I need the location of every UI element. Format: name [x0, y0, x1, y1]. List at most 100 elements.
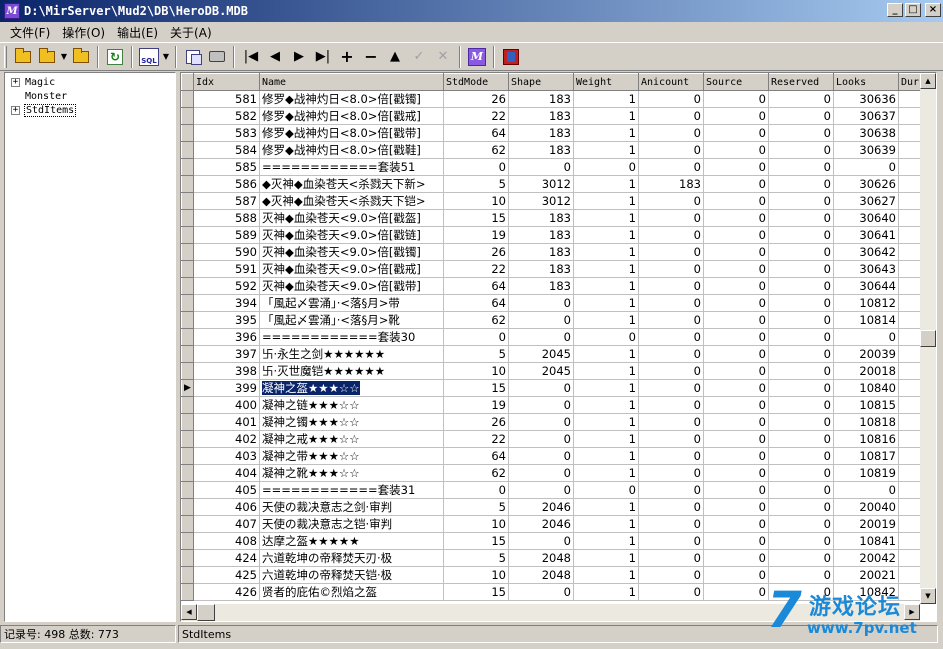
tree-node-label[interactable]: Monster [24, 91, 68, 102]
cell-reserved[interactable]: 0 [768, 515, 834, 533]
cell-looks[interactable]: 30636 [833, 90, 899, 108]
menu-file[interactable]: 文件(F) [4, 24, 56, 41]
cell-stdmode[interactable]: 62 [443, 141, 509, 159]
cell-source[interactable]: 0 [703, 124, 769, 142]
cell-name[interactable]: 天使の裁决意志之剑·审判 [259, 498, 444, 516]
cell-shape[interactable]: 183 [508, 124, 574, 142]
cell-source[interactable]: 0 [703, 175, 769, 193]
cell-name[interactable]: 修罗◆战神灼日<8.0>倍[戳戒] [259, 107, 444, 125]
cell-anicount[interactable]: 0 [638, 328, 704, 346]
cell-stdmode[interactable]: 15 [443, 209, 509, 227]
cell-anicount[interactable]: 0 [638, 515, 704, 533]
scroll-up-button[interactable]: ▲ [920, 73, 936, 89]
cell-reserved[interactable]: 0 [768, 549, 834, 567]
row-indicator[interactable] [181, 311, 194, 329]
cell-stdmode[interactable]: 22 [443, 430, 509, 448]
cell-stdmode[interactable]: 19 [443, 226, 509, 244]
cell-reserved[interactable]: 0 [768, 481, 834, 499]
print-button[interactable] [205, 46, 229, 68]
cell-stdmode[interactable]: 10 [443, 566, 509, 584]
cell-looks[interactable]: 10817 [833, 447, 899, 465]
cell-source[interactable]: 0 [703, 532, 769, 550]
cell-shape[interactable]: 3012 [508, 192, 574, 210]
row-indicator[interactable] [181, 90, 194, 108]
post-record-button[interactable]: ✓ [407, 46, 431, 68]
cell-source[interactable]: 0 [703, 311, 769, 329]
cell-idx[interactable]: 425 [193, 566, 260, 584]
cell-weight[interactable]: 1 [573, 430, 639, 448]
row-indicator[interactable] [181, 549, 194, 567]
table-row[interactable]: 407 天使の裁决意志之铠·审判 10 2046 1 0 0 0 20019 [181, 515, 924, 533]
cell-reserved[interactable]: 0 [768, 328, 834, 346]
sql-button[interactable]: SQL [137, 46, 161, 68]
cell-anicount[interactable]: 0 [638, 90, 704, 108]
cell-name[interactable]: 灭神◆血染苍天<9.0>倍[戳镯] [259, 243, 444, 261]
scroll-left-button[interactable]: ◀ [181, 604, 197, 620]
cell-idx[interactable]: 584 [193, 141, 260, 159]
cell-source[interactable]: 0 [703, 158, 769, 176]
cell-weight[interactable]: 1 [573, 175, 639, 193]
cell-stdmode[interactable]: 64 [443, 447, 509, 465]
cell-shape[interactable]: 0 [508, 294, 574, 312]
cell-source[interactable]: 0 [703, 226, 769, 244]
cell-anicount[interactable]: 0 [638, 260, 704, 278]
cell-anicount[interactable]: 0 [638, 107, 704, 125]
cell-reserved[interactable]: 0 [768, 532, 834, 550]
cell-shape[interactable]: 0 [508, 158, 574, 176]
cell-reserved[interactable]: 0 [768, 107, 834, 125]
cell-weight[interactable]: 0 [573, 481, 639, 499]
cell-name[interactable]: 修罗◆战神灼日<8.0>倍[戳镯] [259, 90, 444, 108]
cell-looks[interactable]: 20039 [833, 345, 899, 363]
cell-shape[interactable]: 0 [508, 396, 574, 414]
cell-looks[interactable]: 20040 [833, 498, 899, 516]
table-row[interactable]: 425 六道乾坤の帝释焚天铠·极 10 2048 1 0 0 0 20021 [181, 566, 924, 584]
cell-source[interactable]: 0 [703, 549, 769, 567]
cell-idx[interactable]: 399 [193, 379, 260, 397]
cell-shape[interactable]: 183 [508, 209, 574, 227]
cell-source[interactable]: 0 [703, 141, 769, 159]
cell-shape[interactable]: 183 [508, 260, 574, 278]
cell-anicount[interactable]: 0 [638, 158, 704, 176]
cell-shape[interactable]: 2046 [508, 498, 574, 516]
cell-source[interactable]: 0 [703, 583, 769, 601]
cell-idx[interactable]: 426 [193, 583, 260, 601]
cell-looks[interactable]: 10818 [833, 413, 899, 431]
maximize-button[interactable]: □ [905, 3, 921, 17]
cell-weight[interactable]: 1 [573, 311, 639, 329]
cell-reserved[interactable]: 0 [768, 192, 834, 210]
refresh-button[interactable]: ↻ [103, 46, 127, 68]
table-row[interactable]: 408 达摩之盔★★★★★ 15 0 1 0 0 0 10841 [181, 532, 924, 550]
cell-name[interactable]: 凝神之靴★★★☆☆ [259, 464, 444, 482]
cell-weight[interactable]: 1 [573, 243, 639, 261]
table-row[interactable]: 582 修罗◆战神灼日<8.0>倍[戳戒] 22 183 1 0 0 0 30637 [181, 107, 924, 125]
cell-source[interactable]: 0 [703, 566, 769, 584]
cell-weight[interactable]: 1 [573, 90, 639, 108]
cell-anicount[interactable]: 183 [638, 175, 704, 193]
menu-about[interactable]: 关于(A) [164, 24, 218, 41]
cell-name[interactable]: 卐·灭世魔铠★★★★★★ [259, 362, 444, 380]
table-row[interactable]: 395 「風起〆雲涌」·<落§月>靴 62 0 1 0 0 0 10814 [181, 311, 924, 329]
cell-looks[interactable]: 10815 [833, 396, 899, 414]
cell-anicount[interactable]: 0 [638, 192, 704, 210]
cell-idx[interactable]: 397 [193, 345, 260, 363]
cell-idx[interactable]: 401 [193, 413, 260, 431]
cell-source[interactable]: 0 [703, 345, 769, 363]
row-indicator[interactable] [181, 396, 194, 414]
cell-reserved[interactable]: 0 [768, 430, 834, 448]
table-row[interactable]: ▶ 399 凝神之盔★★★☆☆ 15 0 1 0 0 0 10840 [181, 379, 924, 397]
cell-source[interactable]: 0 [703, 464, 769, 482]
cell-reserved[interactable]: 0 [768, 362, 834, 380]
cell-stdmode[interactable]: 26 [443, 413, 509, 431]
tree-node-label[interactable]: StdItems [24, 103, 77, 117]
cell-name[interactable]: 灭神◆血染苍天<9.0>倍[戳带] [259, 277, 444, 295]
cell-shape[interactable]: 0 [508, 532, 574, 550]
cell-source[interactable]: 0 [703, 260, 769, 278]
cell-weight[interactable]: 1 [573, 447, 639, 465]
cell-weight[interactable]: 1 [573, 515, 639, 533]
cell-anicount[interactable]: 0 [638, 345, 704, 363]
column-header-idx[interactable]: Idx [193, 73, 260, 91]
row-indicator[interactable] [181, 260, 194, 278]
cell-looks[interactable]: 20021 [833, 566, 899, 584]
cell-idx[interactable]: 407 [193, 515, 260, 533]
open-recent-button[interactable] [35, 46, 59, 68]
